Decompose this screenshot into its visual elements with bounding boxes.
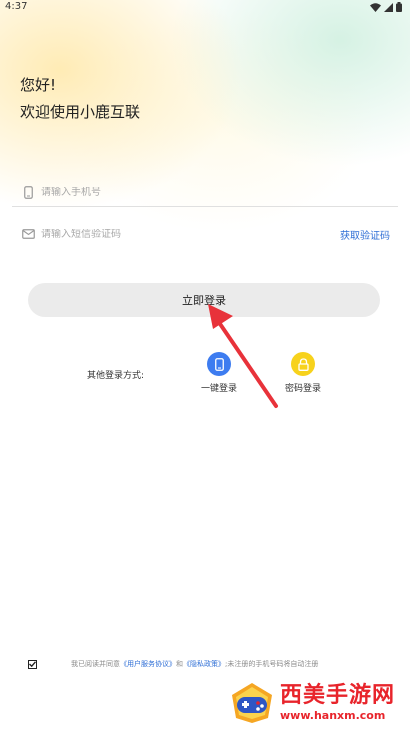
password-login-circle: [291, 352, 315, 376]
agreement-row: 我已阅读并同意 《用户服务协议》 和 《隐私政策》 ;未注册的手机号码将自动注册: [28, 659, 398, 669]
welcome-text: 欢迎使用小鹿互联: [20, 103, 141, 121]
one-click-login-button[interactable]: 一键登录: [189, 352, 249, 394]
greeting-text: 您好!: [20, 76, 57, 94]
phone-field[interactable]: [12, 179, 398, 207]
watermark: 西美手游网 www.hanxm.com: [230, 678, 408, 728]
sms-code-input[interactable]: [41, 228, 281, 240]
mail-icon: [20, 229, 36, 239]
status-time: 4:37: [5, 1, 28, 12]
gamepad-logo-icon: [232, 683, 272, 723]
password-login-button[interactable]: 密码登录: [273, 352, 333, 394]
watermark-title: 西美手游网: [280, 683, 396, 708]
checkmark-icon: [29, 661, 36, 667]
agreement-and: 和: [176, 660, 183, 668]
signal-icon: [384, 2, 393, 12]
phone-input[interactable]: [41, 187, 281, 198]
phone-icon: [20, 186, 36, 199]
other-login-label: 其他登录方式:: [87, 371, 145, 381]
password-login-label: 密码登录: [284, 384, 321, 394]
get-code-button[interactable]: 获取验证码: [340, 227, 390, 242]
status-icons: [370, 2, 402, 12]
login-button[interactable]: 立即登录: [28, 283, 380, 317]
one-click-login-circle: [207, 352, 231, 376]
phone-icon: [214, 357, 224, 371]
agreement-suffix: ;未注册的手机号码将自动注册: [225, 660, 319, 668]
wifi-icon: [370, 2, 381, 12]
status-bar: 4:37: [0, 0, 410, 14]
code-field[interactable]: 获取验证码: [12, 220, 398, 248]
privacy-link[interactable]: 《隐私政策》: [183, 659, 225, 669]
agreement-checkbox[interactable]: [28, 659, 37, 669]
watermark-url: www.hanxm.com: [280, 709, 386, 722]
lock-icon: [297, 357, 309, 371]
terms-link[interactable]: 《用户服务协议》: [120, 659, 176, 669]
agreement-prefix: 我已阅读并同意: [71, 660, 120, 668]
one-click-login-label: 一键登录: [200, 384, 237, 394]
battery-icon: [396, 2, 402, 12]
